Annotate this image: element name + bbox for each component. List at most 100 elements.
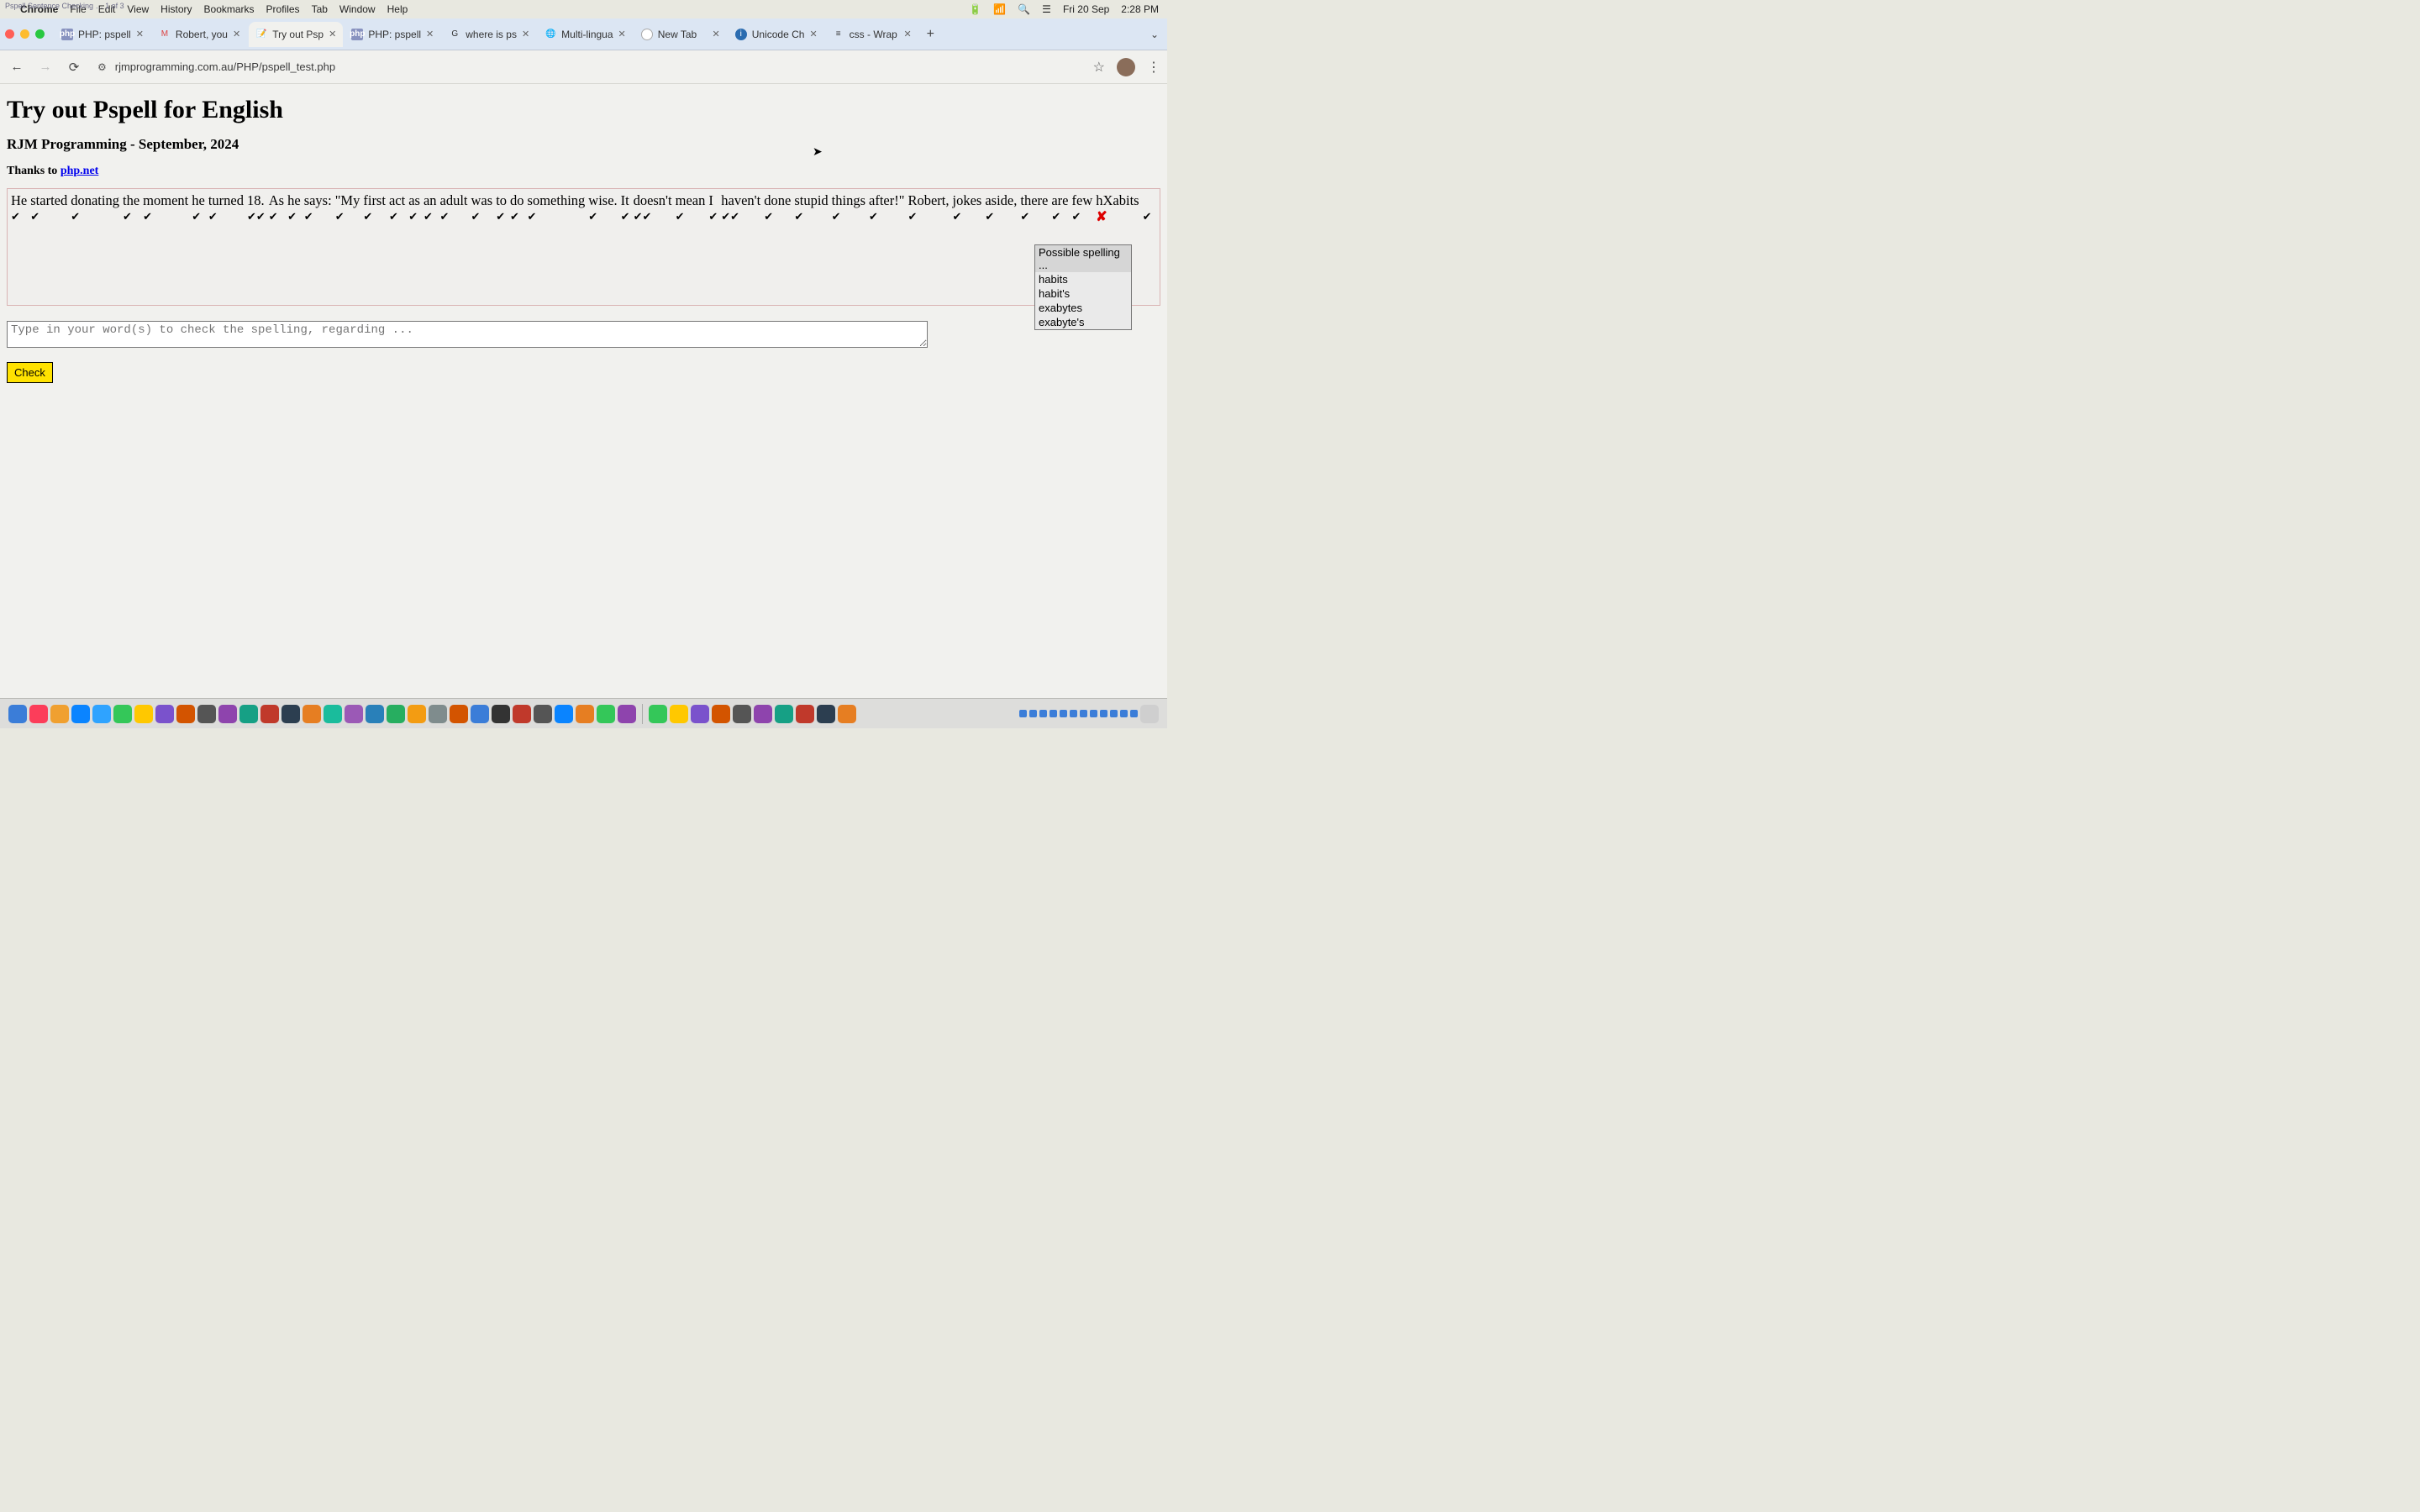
tab-close-icon[interactable]: ✕ [903, 29, 911, 39]
menu-view[interactable]: View [127, 3, 149, 15]
dock-app-icon[interactable] [513, 705, 531, 723]
chrome-menu-icon[interactable]: ⋮ [1147, 59, 1160, 76]
menu-bookmarks[interactable]: Bookmarks [204, 3, 255, 15]
dock-app-icon[interactable] [691, 705, 709, 723]
dock-minimized-window[interactable] [1019, 710, 1027, 717]
menubar-time[interactable]: 2:28 PM [1121, 3, 1159, 15]
dock-app-icon[interactable] [8, 705, 27, 723]
dock-app-icon[interactable] [754, 705, 772, 723]
spell-input[interactable] [7, 321, 928, 348]
tab-close-icon[interactable]: ✕ [522, 29, 529, 39]
window-close-icon[interactable] [5, 29, 14, 39]
battery-icon[interactable]: 🔋 [969, 3, 981, 15]
browser-tab[interactable]: Gwhere is ps✕ [442, 22, 536, 47]
dock-app-icon[interactable] [670, 705, 688, 723]
dock-app-icon[interactable] [302, 705, 321, 723]
dock-app-icon[interactable] [113, 705, 132, 723]
cross-icon[interactable]: ✘ [1096, 211, 1107, 224]
dock-minimized-window[interactable] [1050, 710, 1057, 717]
new-tab-button[interactable]: + [920, 27, 941, 42]
browser-tab[interactable]: phpPHP: pspell✕ [345, 22, 440, 47]
browser-tab[interactable]: ≡css - Wrap✕ [826, 22, 918, 47]
dock-minimized-window[interactable] [1039, 710, 1047, 717]
dock-app-icon[interactable] [92, 705, 111, 723]
menu-file[interactable]: File [70, 3, 86, 15]
dock-minimized-window[interactable] [1070, 710, 1077, 717]
suggestion-item[interactable]: habit's [1035, 286, 1131, 301]
dock-minimized-window[interactable] [1100, 710, 1107, 717]
dock-app-icon[interactable] [733, 705, 751, 723]
window-zoom-icon[interactable] [35, 29, 45, 39]
suggestion-item[interactable]: habits [1035, 272, 1131, 286]
dock-minimized-window[interactable] [1090, 710, 1097, 717]
macos-dock[interactable] [0, 698, 1167, 728]
tab-close-icon[interactable]: ✕ [713, 29, 720, 39]
bookmark-star-icon[interactable]: ☆ [1093, 59, 1105, 76]
dock-app-icon[interactable] [649, 705, 667, 723]
profile-avatar[interactable] [1117, 58, 1135, 76]
wifi-icon[interactable]: 📶 [993, 3, 1006, 15]
dock-app-icon[interactable] [492, 705, 510, 723]
dock-app-icon[interactable] [71, 705, 90, 723]
dock-app-icon[interactable] [796, 705, 814, 723]
dock-app-icon[interactable] [29, 705, 48, 723]
browser-tab[interactable]: phpPHP: pspell✕ [55, 22, 150, 47]
control-center-icon[interactable]: ☰ [1042, 3, 1051, 15]
browser-tab[interactable]: MRobert, you✕ [152, 22, 247, 47]
dock-app-icon[interactable] [239, 705, 258, 723]
suggestion-dropdown[interactable]: Possible spelling ... habits habit's exa… [1034, 244, 1132, 330]
site-settings-icon[interactable]: ⚙ [97, 61, 107, 73]
dock-app-icon[interactable] [576, 705, 594, 723]
browser-tab[interactable]: New Tab✕ [634, 22, 727, 47]
menu-help[interactable]: Help [387, 3, 408, 15]
browser-tab[interactable]: 📝Try out Psp✕ [249, 22, 343, 47]
dock-app-icon[interactable] [408, 705, 426, 723]
app-name[interactable]: Chrome [20, 3, 58, 15]
suggestion-item[interactable]: exabytes [1035, 301, 1131, 315]
dock-app-icon[interactable] [712, 705, 730, 723]
dock-minimized-window[interactable] [1029, 710, 1037, 717]
tab-close-icon[interactable]: ✕ [136, 29, 144, 39]
dock-app-icon[interactable] [366, 705, 384, 723]
dock-app-icon[interactable] [50, 705, 69, 723]
browser-tab[interactable]: 🌐Multi-lingua✕ [538, 22, 633, 47]
back-button[interactable]: ← [7, 60, 27, 74]
menubar-date[interactable]: Fri 20 Sep [1063, 3, 1109, 15]
dock-app-icon[interactable] [176, 705, 195, 723]
dock-app-icon[interactable] [260, 705, 279, 723]
dock-app-icon[interactable] [387, 705, 405, 723]
tab-close-icon[interactable]: ✕ [426, 29, 434, 39]
menu-edit[interactable]: Edit [98, 3, 116, 15]
dock-app-icon[interactable] [817, 705, 835, 723]
tab-close-icon[interactable]: ✕ [809, 29, 817, 39]
tab-close-icon[interactable]: ✕ [618, 29, 626, 39]
dock-app-icon[interactable] [450, 705, 468, 723]
dock-minimized-window[interactable] [1120, 710, 1128, 717]
dock-minimized-window[interactable] [1130, 710, 1138, 717]
dock-app-icon[interactable] [155, 705, 174, 723]
dock-minimized-window[interactable] [1110, 710, 1118, 717]
dock-app-icon[interactable] [597, 705, 615, 723]
dock-app-icon[interactable] [429, 705, 447, 723]
dock-app-icon[interactable] [838, 705, 856, 723]
menu-profiles[interactable]: Profiles [266, 3, 300, 15]
dock-app-icon[interactable] [134, 705, 153, 723]
dock-app-icon[interactable] [345, 705, 363, 723]
tab-list-chevron-icon[interactable]: ⌄ [1147, 25, 1162, 44]
forward-button[interactable]: → [35, 60, 55, 74]
spotlight-icon[interactable]: 🔍 [1018, 3, 1030, 15]
dock-app-icon[interactable] [471, 705, 489, 723]
dock-app-icon[interactable] [218, 705, 237, 723]
dock-minimized-window[interactable] [1080, 710, 1087, 717]
menu-window[interactable]: Window [339, 3, 376, 15]
dock-app-icon[interactable] [618, 705, 636, 723]
tab-close-icon[interactable]: ✕ [233, 29, 240, 39]
dock-app-icon[interactable] [775, 705, 793, 723]
check-button[interactable]: Check [7, 362, 53, 383]
menu-tab[interactable]: Tab [312, 3, 328, 15]
dock-app-icon[interactable] [197, 705, 216, 723]
menu-history[interactable]: History [160, 3, 192, 15]
dock-app-icon[interactable] [324, 705, 342, 723]
reload-button[interactable]: ⟳ [64, 60, 84, 75]
dock-minimized-window[interactable] [1060, 710, 1067, 717]
